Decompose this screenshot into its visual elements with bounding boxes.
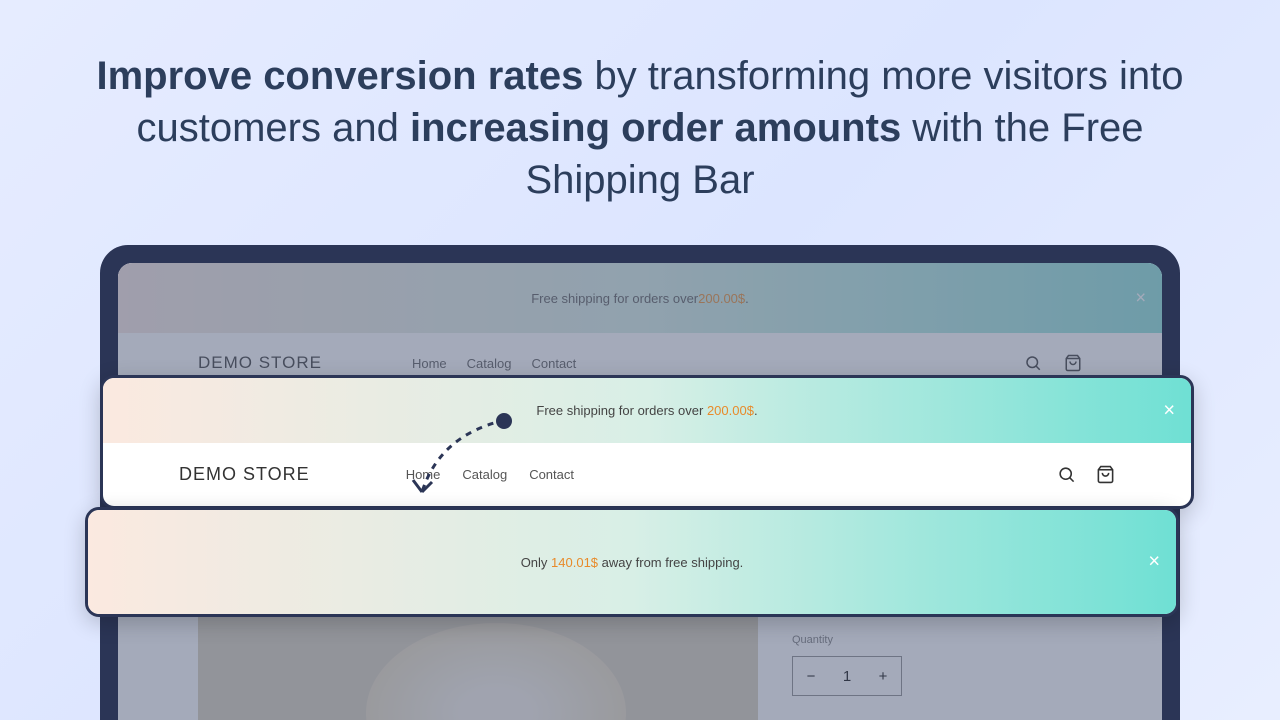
headline-bold-2: increasing order amounts — [410, 106, 901, 150]
bar2-amount: 140.01$ — [551, 555, 598, 570]
bg-bar-prefix: Free shipping for orders over — [531, 291, 698, 306]
store-logo[interactable]: DEMO STORE — [179, 464, 310, 485]
headline-bold-1: Improve conversion rates — [96, 54, 583, 98]
bar2-prefix: Only — [521, 555, 548, 570]
cart-icon[interactable] — [1096, 465, 1115, 484]
close-icon[interactable]: × — [1135, 288, 1146, 309]
fb-nav: Home Catalog Contact — [406, 467, 574, 482]
qty-increase-button[interactable]: + — [865, 657, 901, 695]
bg-bar-suffix: . — [745, 291, 749, 306]
bar1-prefix: Free shipping for orders over — [536, 403, 703, 418]
bg-nav: Home Catalog Contact — [412, 356, 576, 371]
search-icon[interactable] — [1024, 354, 1042, 372]
fb-header: DEMO STORE Home Catalog Contact — [103, 443, 1191, 506]
bg-header-icons — [1024, 354, 1082, 372]
qty-decrease-button[interactable]: − — [793, 657, 829, 695]
nav-contact[interactable]: Contact — [529, 467, 574, 482]
search-icon[interactable] — [1057, 465, 1076, 484]
bg-nav-contact[interactable]: Contact — [531, 356, 576, 371]
bg-shipping-bar: Free shipping for orders over 200.00$ . … — [118, 263, 1162, 333]
quantity-stepper: − 1 + — [792, 656, 902, 696]
close-icon[interactable]: × — [1163, 399, 1175, 422]
bar1-suffix: . — [754, 403, 758, 418]
cart-icon[interactable] — [1064, 354, 1082, 372]
arrow-start-dot — [496, 413, 512, 429]
fb-header-icons — [1057, 465, 1115, 484]
bar2-suffix: away from free shipping. — [602, 555, 744, 570]
bg-nav-catalog[interactable]: Catalog — [467, 356, 512, 371]
headline: Improve conversion rates by transforming… — [0, 0, 1280, 246]
bar1-amount: 200.00$ — [707, 403, 754, 418]
close-icon[interactable]: × — [1148, 551, 1160, 574]
nav-home[interactable]: Home — [406, 467, 441, 482]
qty-value: 1 — [829, 657, 865, 695]
bg-bar-amount: 200.00$ — [698, 291, 745, 306]
nav-catalog[interactable]: Catalog — [462, 467, 507, 482]
bg-nav-home[interactable]: Home — [412, 356, 447, 371]
shipping-bar-initial: Free shipping for orders over 200.00$. × — [103, 378, 1191, 443]
quantity-label: Quantity — [792, 634, 1082, 646]
shipping-bar-progress: Only 140.01$ away from free shipping. × — [88, 510, 1176, 614]
floating-bar-progress: Only 140.01$ away from free shipping. × — [85, 507, 1179, 617]
floating-bar-initial: Free shipping for orders over 200.00$. ×… — [100, 375, 1194, 509]
bg-store-logo[interactable]: DEMO STORE — [198, 353, 322, 373]
